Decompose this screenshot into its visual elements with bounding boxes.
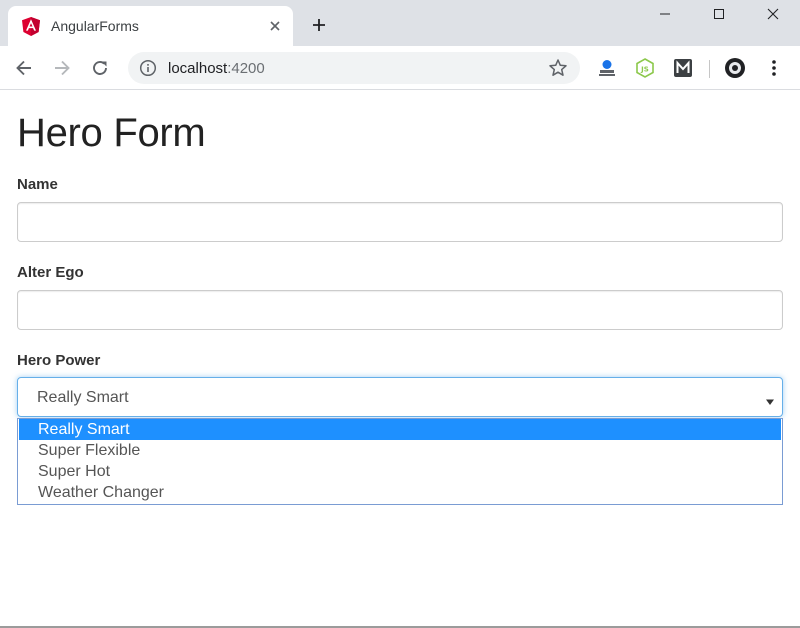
arrow-right-icon[interactable] xyxy=(50,56,74,80)
kebab-menu-icon[interactable] xyxy=(764,57,784,79)
angular-logo-icon xyxy=(22,17,40,36)
nodejs-extension-icon[interactable]: JS xyxy=(634,57,656,79)
url-text: localhost:4200 xyxy=(168,60,265,77)
dropdown-option[interactable]: Weather Changer xyxy=(19,482,781,503)
reload-icon[interactable] xyxy=(88,56,112,80)
caret-down-icon xyxy=(766,393,774,405)
extension-user-icon[interactable] xyxy=(596,57,618,79)
hero-power-select[interactable]: Really Smart xyxy=(17,377,783,417)
window-close-icon[interactable] xyxy=(746,0,800,28)
page-title: Hero Form xyxy=(17,111,206,155)
maximize-icon[interactable] xyxy=(692,0,746,28)
browser-toolbar: localhost:4200 JS xyxy=(0,46,800,90)
tab-title: AngularForms xyxy=(51,18,139,34)
name-input[interactable] xyxy=(17,202,783,242)
page-content: Hero Form Name Alter Ego Hero Power Real… xyxy=(0,91,800,626)
name-label: Name xyxy=(17,176,58,193)
minimize-icon[interactable] xyxy=(638,0,692,28)
hero-power-label: Hero Power xyxy=(17,352,101,369)
alter-ego-label: Alter Ego xyxy=(17,264,84,281)
url-port: :4200 xyxy=(227,60,265,77)
info-icon[interactable] xyxy=(139,59,157,77)
plus-icon[interactable] xyxy=(308,14,330,36)
dropdown-option[interactable]: Super Hot xyxy=(19,461,781,482)
m-extension-icon[interactable] xyxy=(672,57,694,79)
close-icon[interactable] xyxy=(265,16,285,36)
dropdown-option[interactable]: Really Smart xyxy=(19,419,781,440)
arrow-left-icon[interactable] xyxy=(12,56,36,80)
address-bar[interactable]: localhost:4200 xyxy=(128,52,580,84)
avatar[interactable] xyxy=(724,57,746,79)
url-host: localhost xyxy=(168,60,228,77)
browser-titlebar: AngularForms xyxy=(0,0,800,46)
svg-text:JS: JS xyxy=(640,66,649,74)
hero-power-selected-value: Really Smart xyxy=(37,389,129,406)
hero-power-dropdown: Really Smart Super Flexible Super Hot We… xyxy=(17,418,783,505)
dropdown-option[interactable]: Super Flexible xyxy=(19,440,781,461)
star-icon[interactable] xyxy=(548,58,568,78)
toolbar-separator xyxy=(709,60,710,78)
browser-tab[interactable]: AngularForms xyxy=(8,6,293,46)
alter-ego-input[interactable] xyxy=(17,290,783,330)
